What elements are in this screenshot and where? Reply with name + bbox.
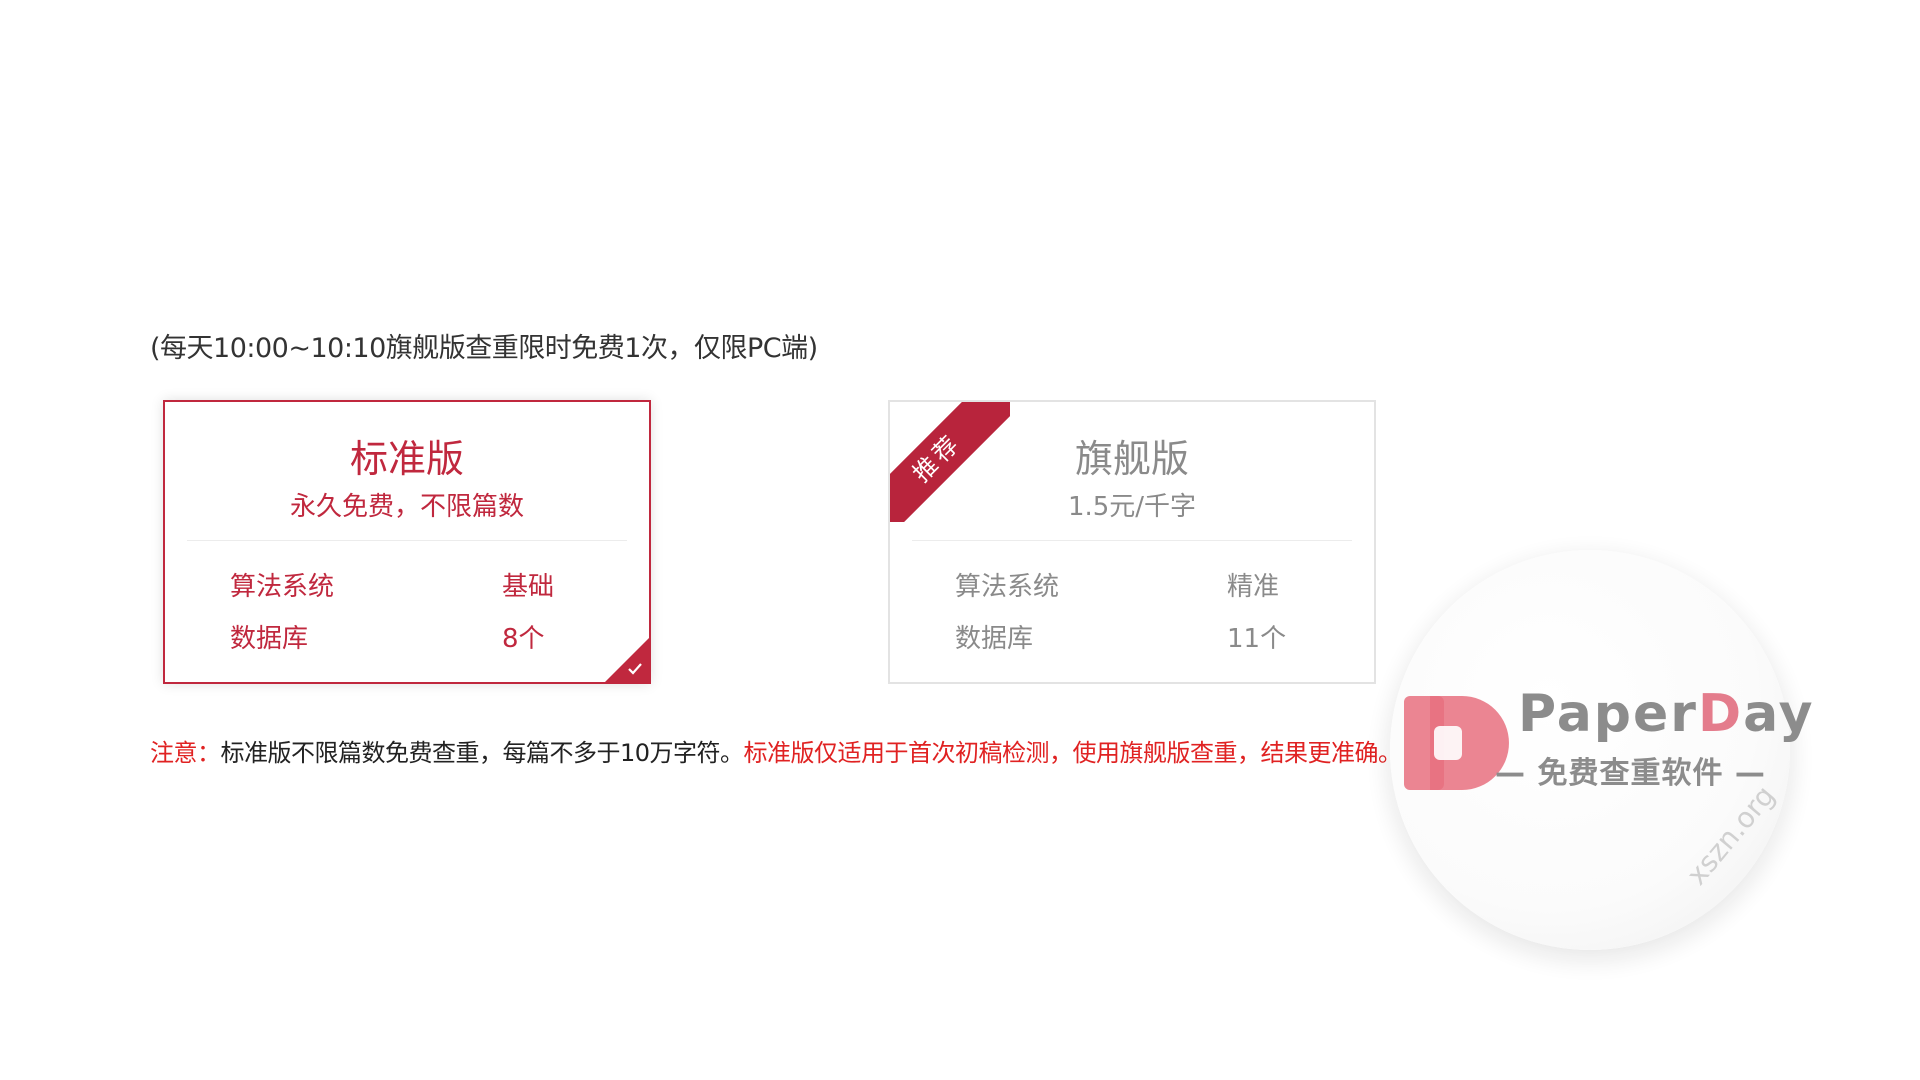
paperday-logo-icon [1404,696,1509,790]
notice-label: 注意： [150,739,221,767]
spec-value: 基础 [502,572,555,602]
watermark: PaperDay — 免费查重软件 — xszn.org [1380,540,1813,960]
promo-text: (每天10:00~10:10旗舰版查重限时免费1次，仅限PC端) [150,333,818,364]
spec-row-algorithm: 算法系统 精准 [955,566,1295,606]
divider [187,540,627,541]
watermark-sticker [1390,550,1790,950]
spec-value: 精准 [1227,572,1280,602]
spec-row-database: 数据库 11个 [955,618,1295,658]
spec-row-algorithm: 算法系统 基础 [230,566,570,606]
plan-name: 旗舰版 [1074,437,1189,481]
watermark-brand: PaperDay [1518,684,1815,744]
spec-key: 数据库 [230,624,309,654]
spec-value: 8个 [502,624,545,654]
spec-key: 算法系统 [230,572,335,602]
plan-card-flagship[interactable]: 推荐 旗舰版 1.5元/千字 算法系统 精准 数据库 11个 [888,400,1376,684]
divider [912,540,1352,541]
spec-value: 11个 [1227,624,1287,654]
spec-key: 算法系统 [955,572,1060,602]
plan-subtitle: 永久免费，不限篇数 [289,492,524,522]
spec-key: 数据库 [955,624,1034,654]
notice-body: 标准版不限篇数免费查重，每篇不多于10万字符。 [220,739,745,767]
plan-name: 标准版 [349,437,464,481]
plan-subtitle: 1.5元/千字 [1067,492,1197,522]
notice-highlight: 标准版仅适用于首次初稿检测，使用旗舰版查重，结果更准确。 [743,739,1403,767]
check-icon [628,663,642,675]
notice-text: 注意：标准版不限篇数免费查重，每篇不多于10万字符。标准版仅适用于首次初稿检测，… [150,733,1402,768]
spec-row-database: 数据库 8个 [230,618,570,658]
plan-card-standard[interactable]: 标准版 永久免费，不限篇数 算法系统 基础 数据库 8个 [163,400,651,684]
page: (每天10:00~10:10旗舰版查重限时免费1次，仅限PC端) 标准版 永久免… [0,0,1920,1080]
watermark-site: xszn.org [1680,779,1782,892]
watermark-tagline: — 免费查重软件 — [1495,756,1766,791]
